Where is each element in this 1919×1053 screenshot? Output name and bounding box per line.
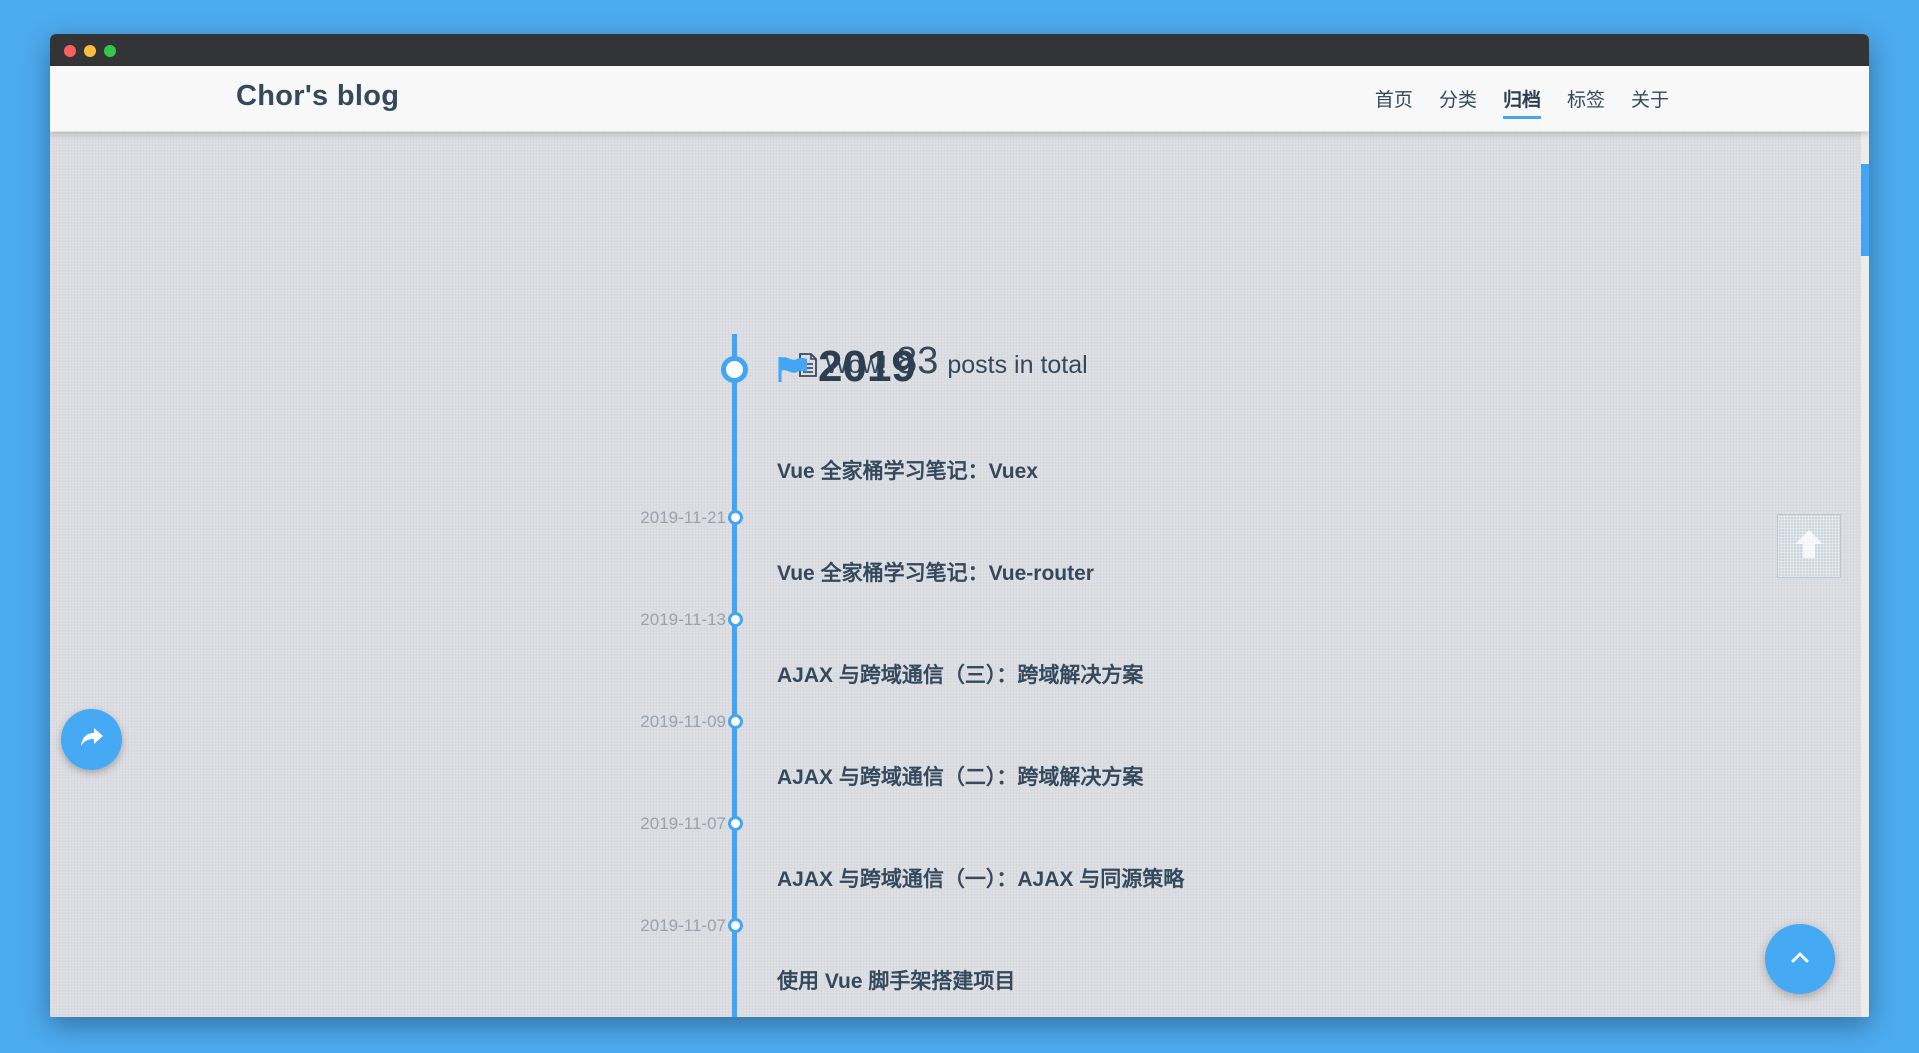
share-icon <box>79 726 105 753</box>
nav-item-archives[interactable]: 归档 <box>1502 85 1541 119</box>
share-button[interactable] <box>61 709 122 770</box>
year-heading: 2019 <box>818 342 916 391</box>
post-date: 2019-11-21 <box>640 508 726 527</box>
timeline-dot <box>728 816 743 831</box>
site-brand[interactable]: Chor's blog <box>236 80 399 113</box>
nav-item-tags[interactable]: 标签 <box>1567 85 1605 119</box>
back-to-top-square[interactable] <box>1777 514 1841 578</box>
close-window-button[interactable] <box>64 45 76 57</box>
back-to-top-button[interactable] <box>1765 924 1835 994</box>
post-title-link[interactable]: Vue 全家桶学习笔记：Vue-router <box>777 557 1094 587</box>
flag-icon <box>778 356 808 382</box>
main-nav: 首页 分类 归档 标签 关于 <box>1349 85 1669 119</box>
nav-item-home[interactable]: 首页 <box>1375 85 1413 119</box>
site-navbar: Chor's blog 首页 分类 归档 标签 关于 <box>50 66 1869 132</box>
scrollbar-thumb[interactable] <box>1861 164 1869 256</box>
timeline-dot <box>728 714 743 729</box>
post-title-link[interactable]: AJAX 与跨域通信（一）：AJAX 与同源策略 <box>777 863 1184 893</box>
timeline-line <box>732 334 737 1017</box>
post-title-link[interactable]: AJAX 与跨域通信（三）：跨域解决方案 <box>777 659 1143 689</box>
post-item: 使用 Vue 脚手架搭建项目2019-10-26 <box>50 34 1861 993</box>
year-marker <box>721 356 748 383</box>
post-date: 2019-11-13 <box>640 610 726 629</box>
arrow-up-icon <box>1789 524 1829 569</box>
post-title-link[interactable]: 使用 Vue 脚手架搭建项目 <box>777 965 1015 995</box>
timeline-dot <box>728 612 743 627</box>
timeline-dot <box>728 510 743 525</box>
post-date: 2019-11-09 <box>640 712 726 731</box>
summary-suffix: posts in total <box>947 351 1088 379</box>
scrollbar-track[interactable] <box>1861 132 1869 1017</box>
post-date: 2019-11-07 <box>640 814 726 833</box>
chevron-up-icon <box>1790 950 1810 969</box>
nav-item-about[interactable]: 关于 <box>1631 85 1669 119</box>
browser-window: Chor's blog 首页 分类 归档 标签 关于 Wow! 83 posts… <box>50 34 1869 1017</box>
post-date: 2019-11-07 <box>640 916 726 935</box>
post-title-link[interactable]: AJAX 与跨域通信（二）：跨域解决方案 <box>777 761 1143 791</box>
window-titlebar <box>50 34 1869 66</box>
minimize-window-button[interactable] <box>84 45 96 57</box>
maximize-window-button[interactable] <box>104 45 116 57</box>
post-title-link[interactable]: Vue 全家桶学习笔记：Vuex <box>777 455 1038 485</box>
nav-item-categories[interactable]: 分类 <box>1439 85 1477 119</box>
timeline-dot <box>728 918 743 933</box>
